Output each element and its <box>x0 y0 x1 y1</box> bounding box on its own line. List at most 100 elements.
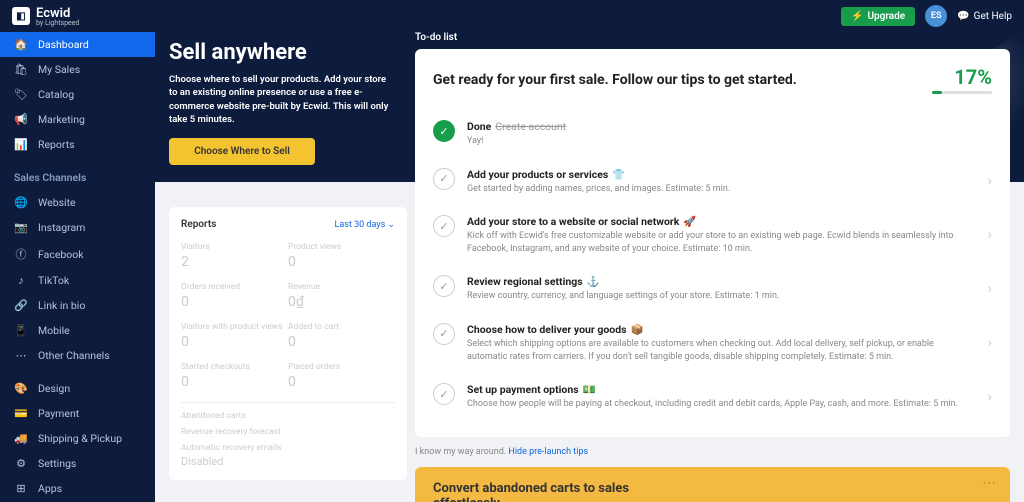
nav-item-shipping-pickup[interactable]: 🚚Shipping & Pickup <box>0 426 155 451</box>
convert-title: Convert abandoned carts to sales effortl… <box>433 481 633 502</box>
chevron-right-icon: › <box>988 281 992 297</box>
website-icon: 🌐 <box>14 196 28 209</box>
metric-product-views: Product views0 <box>288 242 395 270</box>
emoji-icon: 💵 <box>583 383 596 396</box>
circle-icon: ✓ <box>433 383 455 405</box>
reports-card: Reports Last 30 days ⌄ Visitors2Product … <box>169 207 407 480</box>
shipping-pickup-icon: 🚚 <box>14 432 28 445</box>
metric-placed-orders: Placed orders0 <box>288 362 395 390</box>
logo-icon: ◧ <box>12 7 30 25</box>
todo-item-title: Done Create account <box>467 120 992 133</box>
metric-orders-received: Orders received0 <box>181 282 288 310</box>
emoji-icon: 👕 <box>612 168 625 181</box>
todo-item-3[interactable]: ✓ Review regional settings ⚓ Review coun… <box>433 265 992 313</box>
reports-range-dropdown[interactable]: Last 30 days ⌄ <box>335 220 396 230</box>
sidebar: 🏠Dashboard🛍My Sales🏷Catalog📢Marketing📊Re… <box>0 32 155 502</box>
instagram-icon: 📷 <box>14 221 28 234</box>
convert-card[interactable]: Convert abandoned carts to sales effortl… <box>415 467 1010 502</box>
nav-item-reports[interactable]: 📊Reports <box>0 132 155 157</box>
logo[interactable]: ◧ Ecwid by Lightspeed <box>12 6 79 27</box>
todo-item-desc: Yay! <box>467 135 992 148</box>
metric-visitors: Visitors2 <box>181 242 288 270</box>
auto-recovery-value: Disabled <box>181 455 395 468</box>
avatar[interactable]: ES <box>925 5 947 27</box>
nav-item-other-channels[interactable]: ⋯Other Channels <box>0 343 155 368</box>
more-icon[interactable]: ⋯ <box>982 475 996 491</box>
nav-item-apps[interactable]: ⊞Apps <box>0 476 155 501</box>
todo-item-2[interactable]: ✓ Add your store to a website or social … <box>433 205 992 265</box>
nav-item-mobile[interactable]: 📱Mobile <box>0 318 155 343</box>
todo-item-desc: Get started by adding names, prices, and… <box>467 183 976 196</box>
todo-item-title: Add your store to a website or social ne… <box>467 215 976 228</box>
metric-visitors-with-product-views: Visitors with product views0 <box>181 322 288 350</box>
pre-launch-hint: I know my way around. Hide pre-launch ti… <box>415 447 1010 457</box>
nav-item-tiktok[interactable]: ♪TikTok <box>0 268 155 293</box>
payment-icon: 💳 <box>14 407 28 420</box>
help-button[interactable]: 💬Get Help <box>957 11 1012 22</box>
reports-icon: 📊 <box>14 138 28 151</box>
brand-sub: by Lightspeed <box>36 19 79 27</box>
todo-item-desc: Choose how people will be paying at chec… <box>467 398 976 411</box>
emoji-icon: 🚀 <box>683 215 696 228</box>
auto-recovery-label: Automatic recovery emails <box>181 443 282 453</box>
progress-percent: 17% <box>932 65 992 89</box>
circle-icon: ✓ <box>433 215 455 237</box>
nav-header-channels: Sales Channels <box>0 165 155 190</box>
link-in-bio-icon: 🔗 <box>14 299 28 312</box>
nav-item-marketing[interactable]: 📢Marketing <box>0 107 155 132</box>
metric-added-to-cart: Added to cart0 <box>288 322 395 350</box>
metric-revenue: Revenue0₫ <box>288 282 395 310</box>
tiktok-icon: ♪ <box>14 274 28 287</box>
todo-item-0: ✓ Done Create account Yay! <box>433 110 992 158</box>
todo-item-title: Choose how to deliver your goods 📦 <box>467 323 976 336</box>
todo-item-desc: Kick off with Ecwid's free customizable … <box>467 230 976 255</box>
nav-item-website[interactable]: 🌐Website <box>0 190 155 215</box>
nav-item-link-in-bio[interactable]: 🔗Link in bio <box>0 293 155 318</box>
todo-item-title: Add your products or services 👕 <box>467 168 976 181</box>
emoji-icon: 📦 <box>631 323 644 336</box>
nav-item-facebook[interactable]: ⓕFacebook <box>0 240 155 268</box>
todo-item-1[interactable]: ✓ Add your products or services 👕 Get st… <box>433 158 992 206</box>
nav-item-settings[interactable]: ⚙Settings <box>0 451 155 476</box>
todo-item-4[interactable]: ✓ Choose how to deliver your goods 📦 Sel… <box>433 313 992 373</box>
todo-item-5[interactable]: ✓ Set up payment options 💵 Choose how pe… <box>433 373 992 421</box>
hero-desc: Choose where to sell your products. Add … <box>169 73 391 126</box>
topbar: ◧ Ecwid by Lightspeed ⚡Upgrade ES 💬Get H… <box>0 0 1024 32</box>
apps-icon: ⊞ <box>14 482 28 495</box>
nav-item-payment[interactable]: 💳Payment <box>0 401 155 426</box>
chevron-right-icon: › <box>988 335 992 351</box>
circle-icon: ✓ <box>433 323 455 345</box>
todo-item-desc: Review country, currency, and language s… <box>467 290 976 303</box>
circle-icon: ✓ <box>433 275 455 297</box>
hero: Sell anywhere Choose where to sell your … <box>155 32 405 181</box>
progress: 17% <box>932 65 992 94</box>
nav-item-instagram[interactable]: 📷Instagram <box>0 215 155 240</box>
reports-title: Reports <box>181 219 216 230</box>
recovery-forecast-label: Revenue recovery forecast <box>181 427 395 437</box>
facebook-icon: ⓕ <box>14 246 28 262</box>
upgrade-button[interactable]: ⚡Upgrade <box>841 7 915 26</box>
chevron-right-icon: › <box>988 227 992 243</box>
nav-item-my-sales[interactable]: 🛍My Sales <box>0 57 155 82</box>
content-area: Sell anywhere Choose where to sell your … <box>155 32 1024 502</box>
marketing-icon: 📢 <box>14 113 28 126</box>
nav-item-dashboard[interactable]: 🏠Dashboard <box>0 32 155 57</box>
design-icon: 🎨 <box>14 382 28 395</box>
lightning-icon: ⚡ <box>851 11 863 22</box>
settings-icon: ⚙ <box>14 457 28 470</box>
nav-item-catalog[interactable]: 🏷Catalog <box>0 82 155 107</box>
mobile-icon: 📱 <box>14 324 28 337</box>
chevron-right-icon: › <box>988 173 992 189</box>
dashboard-icon: 🏠 <box>14 38 28 51</box>
hero-title: Sell anywhere <box>169 40 391 65</box>
todo-title: Get ready for your first sale. Follow ou… <box>433 72 797 88</box>
nav-item-design[interactable]: 🎨Design <box>0 376 155 401</box>
todo-item-title: Review regional settings ⚓ <box>467 275 976 288</box>
hide-tips-link[interactable]: Hide pre-launch tips <box>508 447 588 457</box>
chat-icon: 💬 <box>957 11 969 22</box>
catalog-icon: 🏷 <box>14 88 28 101</box>
todo-item-desc: Select which shipping options are availa… <box>467 338 976 363</box>
metric-started-checkouts: Started checkouts0 <box>181 362 288 390</box>
todo-label: To-do list <box>415 32 1010 43</box>
choose-where-button[interactable]: Choose Where to Sell <box>169 138 315 165</box>
